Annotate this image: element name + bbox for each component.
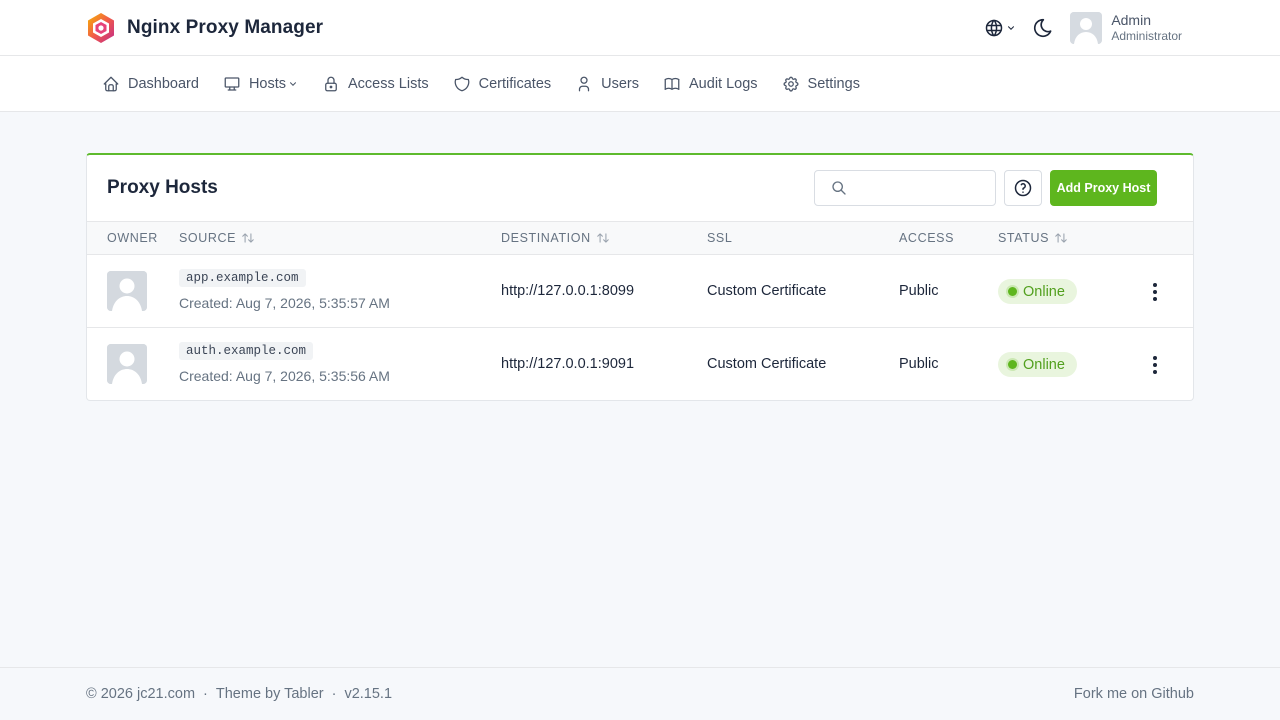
app-title: Nginx Proxy Manager <box>127 17 324 38</box>
nav-label: Certificates <box>478 76 552 92</box>
gear-icon <box>783 76 799 92</box>
column-label: SOURCE <box>179 231 237 245</box>
proxy-hosts-card: Proxy Hosts Add Proxy Host OWNER SOURCE … <box>86 153 1194 401</box>
status-dot <box>1008 360 1017 369</box>
nav-label: Audit Logs <box>689 76 758 92</box>
search-box[interactable] <box>814 170 996 206</box>
ssl-value: Custom Certificate <box>707 283 827 299</box>
lock-icon <box>325 76 337 92</box>
table-header: OWNER SOURCE DESTINATION SSL ACCESS STAT… <box>87 222 1193 255</box>
column-label: OWNER <box>107 231 158 245</box>
nav-label: Hosts <box>248 76 287 92</box>
dots-vertical-icon <box>1153 356 1157 374</box>
status-label: Online <box>1023 356 1065 373</box>
top-header: Nginx Proxy Manager Admin Administrator <box>0 0 1280 56</box>
column-label: STATUS <box>998 231 1050 245</box>
nav-label: Access Lists <box>348 76 429 92</box>
user-icon <box>579 76 590 92</box>
user-name: Admin <box>1111 12 1151 28</box>
nav-menu: Dashboard Hosts Access Lists Certificate… <box>90 56 872 112</box>
sort-icon[interactable] <box>1054 231 1068 245</box>
nav-label: Dashboard <box>128 76 199 92</box>
user-role: Administrator <box>1111 29 1182 43</box>
status-label: Online <box>1023 283 1065 300</box>
add-proxy-host-button[interactable]: Add Proxy Host <box>1050 170 1157 206</box>
nav-item-settings[interactable]: Settings <box>770 56 872 112</box>
access-value: Public <box>899 356 939 372</box>
status-badge: Online <box>998 279 1077 304</box>
created-date: Created: Aug 7, 2026, 5:35:56 AM <box>179 368 390 384</box>
card-header: Proxy Hosts Add Proxy Host <box>87 155 1193 222</box>
search-input[interactable] <box>855 180 985 196</box>
table-row: auth.example.com Created: Aug 7, 2026, 5… <box>87 328 1193 401</box>
source-domain[interactable]: auth.example.com <box>179 342 314 360</box>
footer: © 2026 jc21.com · Theme by Tabler · v2.1… <box>0 667 1280 720</box>
search-icon <box>832 181 846 195</box>
shield-icon <box>454 76 469 92</box>
column-header-source[interactable]: SOURCE <box>179 231 255 245</box>
row-actions-button[interactable] <box>1145 352 1165 378</box>
owner-avatar <box>107 271 147 311</box>
status-badge: Online <box>998 352 1077 377</box>
footer-separator: · <box>203 686 208 702</box>
nav-item-dashboard[interactable]: Dashboard <box>90 56 211 112</box>
theme-link[interactable]: Theme by Tabler <box>216 686 324 702</box>
globe-icon <box>986 19 1003 37</box>
help-button[interactable] <box>1004 170 1042 206</box>
dots-vertical-icon <box>1153 283 1157 301</box>
user-meta: Admin Administrator <box>1111 12 1182 44</box>
nav-item-hosts[interactable]: Hosts <box>211 56 310 112</box>
destination-value: http://127.0.0.1:8099 <box>501 283 635 299</box>
sort-icon[interactable] <box>241 231 255 245</box>
version-link[interactable]: v2.15.1 <box>344 686 392 702</box>
moon-icon <box>1034 18 1052 38</box>
avatar <box>1070 12 1103 44</box>
nav-item-certificates[interactable]: Certificates <box>441 56 564 112</box>
dark-mode-toggle[interactable] <box>1032 17 1054 39</box>
book-icon <box>664 77 680 90</box>
sort-icon[interactable] <box>596 231 610 245</box>
access-value: Public <box>899 283 939 299</box>
row-actions-button[interactable] <box>1145 279 1165 305</box>
language-selector[interactable] <box>984 18 1016 38</box>
footer-separator: · <box>331 686 337 702</box>
nav-label: Settings <box>807 76 860 92</box>
source-domain[interactable]: app.example.com <box>179 269 306 287</box>
app-logo-icon <box>88 13 114 43</box>
chevron-down-icon <box>1008 26 1015 30</box>
header-actions: Admin Administrator <box>984 12 1182 44</box>
home-icon <box>103 76 119 92</box>
column-label: DESTINATION <box>501 231 591 245</box>
column-header-access: ACCESS <box>899 231 954 245</box>
main-navbar: Dashboard Hosts Access Lists Certificate… <box>0 56 1280 112</box>
copyright-link[interactable]: © 2026 jc21.com <box>86 686 195 702</box>
column-header-owner: OWNER <box>107 231 158 245</box>
column-label: SSL <box>707 231 733 245</box>
nav-item-access-lists[interactable]: Access Lists <box>310 56 441 112</box>
column-header-ssl: SSL <box>707 231 732 245</box>
nav-item-users[interactable]: Users <box>563 56 651 112</box>
nav-label: Users <box>601 76 640 92</box>
created-date: Created: Aug 7, 2026, 5:35:57 AM <box>179 295 390 311</box>
owner-avatar <box>107 344 147 384</box>
page-title: Proxy Hosts <box>107 177 218 198</box>
user-menu[interactable]: Admin Administrator <box>1070 12 1182 44</box>
github-link[interactable]: Fork me on Github <box>1074 686 1194 702</box>
destination-value: http://127.0.0.1:9091 <box>501 356 635 372</box>
monitor-icon <box>224 77 240 91</box>
table-row: app.example.com Created: Aug 7, 2026, 5:… <box>87 255 1193 328</box>
nav-item-audit-logs[interactable]: Audit Logs <box>651 56 770 112</box>
column-header-destination[interactable]: DESTINATION <box>501 231 610 245</box>
ssl-value: Custom Certificate <box>707 356 827 372</box>
help-circle-icon <box>1014 179 1032 197</box>
chevron-down-icon <box>289 82 297 86</box>
column-label: ACCESS <box>899 231 955 245</box>
footer-left: © 2026 jc21.com · Theme by Tabler · v2.1… <box>86 686 392 702</box>
brand[interactable]: Nginx Proxy Manager <box>86 12 323 44</box>
status-dot <box>1008 287 1017 296</box>
column-header-status[interactable]: STATUS <box>998 231 1068 245</box>
